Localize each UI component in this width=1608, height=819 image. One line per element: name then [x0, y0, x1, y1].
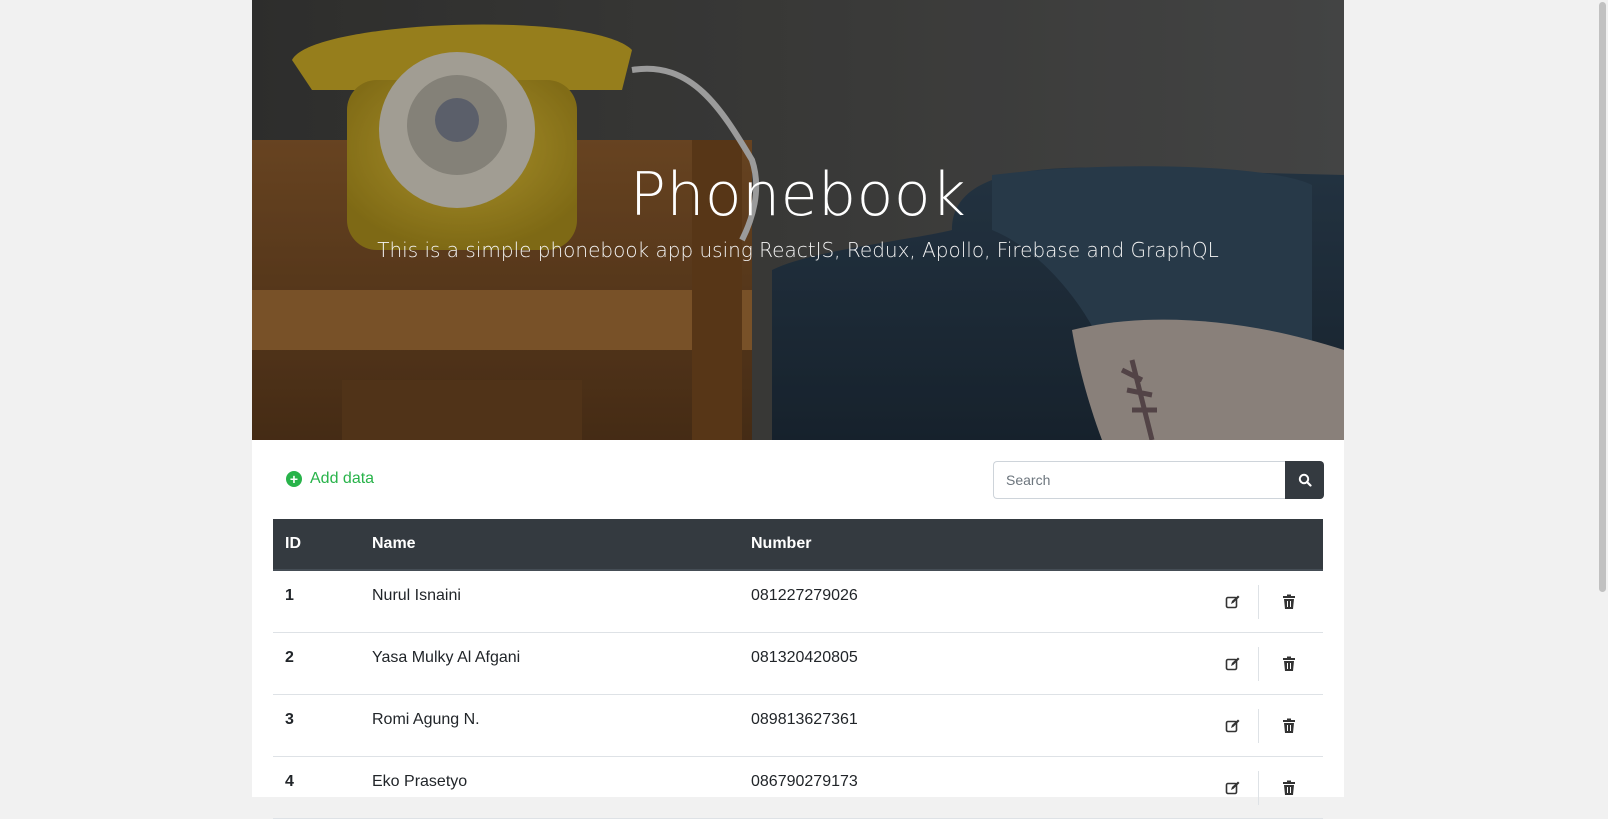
- row-number: 081227279026: [739, 570, 1149, 633]
- search-group: [993, 461, 1324, 499]
- table-row: 2 Yasa Mulky Al Afgani 081320420805: [273, 632, 1323, 695]
- toolbar: + Add data: [252, 440, 1344, 518]
- row-id: 1: [273, 570, 360, 633]
- page-container: Phonebook This is a simple phonebook app…: [252, 0, 1344, 819]
- delete-button[interactable]: [1279, 778, 1299, 798]
- trash-icon: [1283, 656, 1295, 671]
- row-actions: [1149, 694, 1323, 757]
- plus-circle-icon: +: [286, 471, 302, 487]
- table-row: 4 Eko Prasetyo 086790279173: [273, 756, 1323, 819]
- edit-icon: [1225, 781, 1240, 794]
- edit-button[interactable]: [1223, 778, 1243, 798]
- edit-icon: [1225, 595, 1240, 609]
- search-button[interactable]: [1285, 461, 1324, 499]
- row-number: 089813627361: [739, 694, 1149, 757]
- table-header-row: ID Name Number: [273, 519, 1323, 571]
- action-divider: [1258, 646, 1259, 681]
- contacts-table: ID Name Number 1 Nurul Isnaini 081227279…: [273, 519, 1323, 819]
- add-data-button[interactable]: + Add data: [286, 470, 374, 488]
- trash-icon: [1283, 594, 1295, 609]
- header-id: ID: [273, 519, 360, 571]
- delete-button[interactable]: [1279, 654, 1299, 674]
- row-id: 3: [273, 694, 360, 757]
- action-divider: [1258, 585, 1259, 619]
- edit-button[interactable]: [1223, 654, 1243, 674]
- delete-button[interactable]: [1279, 716, 1299, 736]
- edit-button[interactable]: [1223, 592, 1243, 612]
- edit-icon: [1225, 719, 1240, 732]
- row-actions: [1149, 756, 1323, 819]
- header-number: Number: [739, 519, 1149, 571]
- row-name: Eko Prasetyo: [360, 756, 739, 819]
- edit-icon: [1225, 657, 1240, 670]
- delete-button[interactable]: [1279, 592, 1299, 612]
- row-name: Nurul Isnaini: [360, 570, 739, 633]
- row-number: 086790279173: [739, 756, 1149, 819]
- row-number: 081320420805: [739, 632, 1149, 695]
- row-id: 2: [273, 632, 360, 695]
- page-subtitle: This is a simple phonebook app using Rea…: [377, 238, 1219, 262]
- scrollbar-thumb[interactable]: [1599, 2, 1606, 592]
- search-input[interactable]: [993, 461, 1285, 499]
- add-data-label: Add data: [310, 470, 375, 487]
- search-icon: [1298, 473, 1312, 487]
- table-row: 1 Nurul Isnaini 081227279026: [273, 570, 1323, 633]
- row-actions: [1149, 570, 1323, 633]
- edit-button[interactable]: [1223, 716, 1243, 736]
- header-actions: [1149, 519, 1323, 571]
- action-divider: [1258, 708, 1259, 743]
- trash-icon: [1283, 718, 1295, 733]
- row-name: Yasa Mulky Al Afgani: [360, 632, 739, 695]
- table-row: 3 Romi Agung N. 089813627361: [273, 694, 1323, 757]
- row-name: Romi Agung N.: [360, 694, 739, 757]
- action-divider: [1258, 770, 1259, 805]
- trash-icon: [1283, 780, 1295, 795]
- row-id: 4: [273, 756, 360, 819]
- vertical-scrollbar[interactable]: [1596, 0, 1608, 797]
- row-actions: [1149, 632, 1323, 695]
- page-title: Phonebook: [629, 160, 967, 230]
- hero-banner: Phonebook This is a simple phonebook app…: [252, 0, 1344, 440]
- header-name: Name: [360, 519, 739, 571]
